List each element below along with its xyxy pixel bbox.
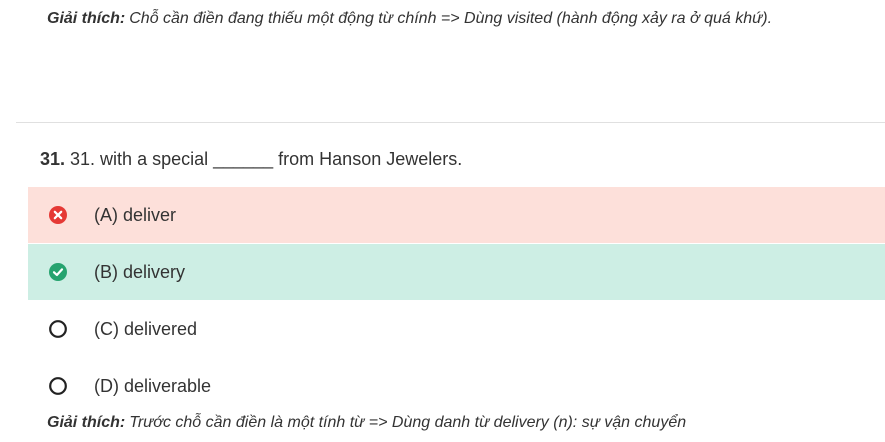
- explanation-text: Trước chỗ cần điền là một tính từ => Dùn…: [129, 414, 687, 431]
- option-c-label: (C) delivered: [94, 318, 198, 339]
- option-b[interactable]: (B) delivery: [28, 244, 885, 300]
- option-d-label: (D) deliverable: [94, 375, 212, 396]
- explanation-previous: Giải thích: Chỗ cần điền đang thiếu một đ…: [47, 10, 772, 28]
- option-c[interactable]: (C) delivered: [28, 301, 885, 357]
- explanation-answer: Giải thích: Trước chỗ cần điền là một tín…: [47, 414, 686, 432]
- question-divider: [16, 122, 885, 123]
- radio-empty-icon: [49, 377, 67, 395]
- explanation-label: Giải thích:: [47, 414, 126, 431]
- option-b-label: (B) delivery: [94, 261, 186, 282]
- option-a[interactable]: (A) deliver: [28, 187, 885, 243]
- explanation-label: Giải thích:: [47, 10, 126, 27]
- option-a-label: (A) deliver: [94, 204, 177, 225]
- question-text: 31. with a special ______ from Hanson Je…: [70, 149, 463, 169]
- question-prompt: 31. 31. with a special ______ from Hanson…: [40, 149, 462, 170]
- quiz-review-page: Giải thích: Chỗ cần điền đang thiếu một đ…: [0, 0, 885, 442]
- question-number: 31.: [40, 149, 66, 169]
- x-circle-icon: [49, 206, 67, 224]
- option-d[interactable]: (D) deliverable: [28, 358, 885, 414]
- radio-empty-icon: [49, 320, 67, 338]
- explanation-text: Chỗ cần điền đang thiếu một động từ chín…: [129, 10, 773, 27]
- check-circle-icon: [49, 263, 67, 281]
